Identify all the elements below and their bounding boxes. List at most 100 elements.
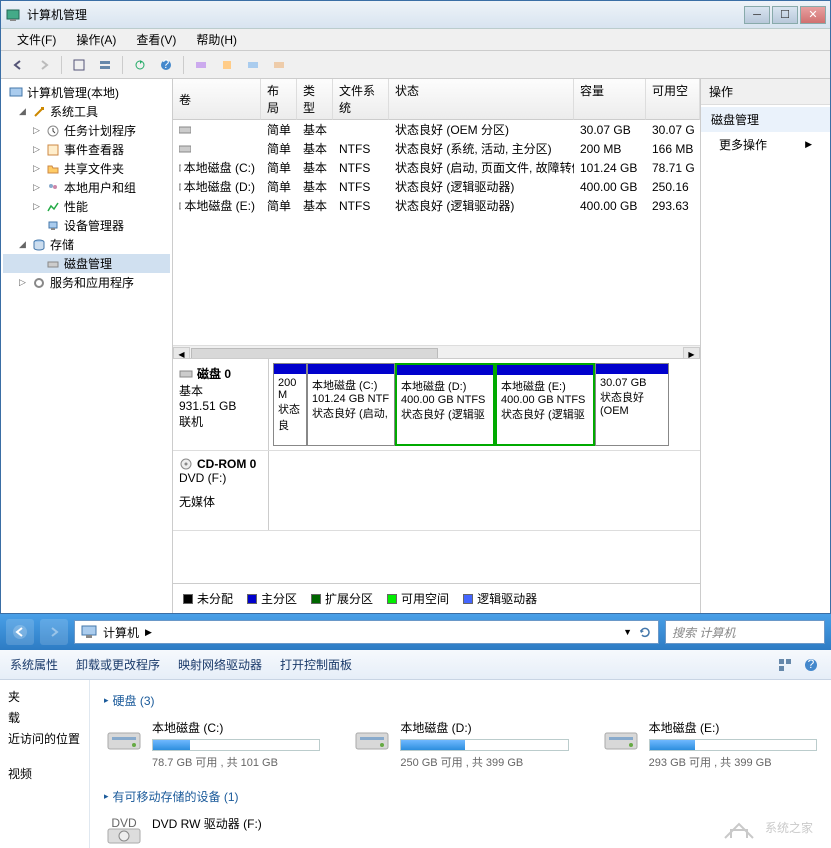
menu-file[interactable]: 文件(F)	[7, 29, 66, 50]
tree-storage[interactable]: ◢ 存储	[3, 235, 170, 254]
tree-disk-management[interactable]: 磁盘管理	[3, 254, 170, 273]
crumb-dropdown-icon[interactable]: ▼	[623, 627, 632, 637]
partition[interactable]: 200 M状态良	[273, 363, 307, 446]
back-button[interactable]	[7, 54, 29, 76]
table-row[interactable]: 本地磁盘 (E:)简单基本NTFS状态良好 (逻辑驱动器)400.00 GB29…	[173, 196, 700, 215]
tool-btn-2[interactable]	[94, 54, 116, 76]
col-layout[interactable]: 布局	[261, 79, 297, 120]
breadcrumb[interactable]: 计算机 ▶ ▼	[74, 620, 659, 644]
forward-button[interactable]	[33, 54, 55, 76]
menu-help[interactable]: 帮助(H)	[186, 29, 247, 50]
collapse-icon[interactable]: ◢	[17, 239, 28, 250]
tool-btn-3[interactable]	[190, 54, 212, 76]
col-filesystem[interactable]: 文件系统	[333, 79, 389, 120]
tree-panel[interactable]: 计算机管理(本地) ◢ 系统工具 ▷ 任务计划程序 ▷ 事件查看器 ▷ 共享文件…	[1, 79, 173, 613]
crumb-refresh-icon[interactable]	[638, 625, 652, 639]
perf-icon	[45, 199, 61, 215]
col-volume[interactable]: 卷	[173, 79, 261, 120]
expand-icon[interactable]: ▷	[31, 125, 42, 136]
tb-map-drive[interactable]: 映射网络驱动器	[178, 656, 262, 673]
hdd-group-header[interactable]: 硬盘 (3)	[104, 688, 817, 713]
computer-management-window: 计算机管理 ─ ☐ ✕ 文件(F) 操作(A) 查看(V) 帮助(H) ?	[0, 0, 831, 614]
scroll-right-button[interactable]: ▶	[683, 347, 700, 360]
disk-graphic-panel[interactable]: 磁盘 0 基本 931.51 GB 联机 200 M状态良本地磁盘 (C:)10…	[173, 359, 700, 583]
table-row[interactable]: 本地磁盘 (D:)简单基本NTFS状态良好 (逻辑驱动器)400.00 GB25…	[173, 177, 700, 196]
col-status[interactable]: 状态	[389, 79, 574, 120]
tree-shared-folders[interactable]: ▷ 共享文件夹	[3, 159, 170, 178]
tb-system-properties[interactable]: 系统属性	[10, 656, 58, 673]
tool-btn-5[interactable]	[242, 54, 264, 76]
tree-event-viewer[interactable]: ▷ 事件查看器	[3, 140, 170, 159]
sidebar-item-favorites[interactable]: 夹	[4, 686, 85, 707]
refresh-button[interactable]	[129, 54, 151, 76]
cdrom-row[interactable]: CD-ROM 0 DVD (F:) 无媒体	[173, 451, 700, 531]
tree-users-groups[interactable]: ▷ 本地用户和组	[3, 178, 170, 197]
center-panel: 卷 布局 类型 文件系统 状态 容量 可用空 简单基本状态良好 (OEM 分区)…	[173, 79, 700, 613]
horizontal-scrollbar[interactable]: ◀ ▶	[173, 345, 700, 359]
help-icon[interactable]: ?	[801, 655, 821, 675]
col-capacity[interactable]: 容量	[574, 79, 646, 120]
tool-btn-1[interactable]	[68, 54, 90, 76]
menu-action[interactable]: 操作(A)	[66, 29, 126, 50]
tree-system-tools[interactable]: ◢ 系统工具	[3, 102, 170, 121]
volume-table[interactable]: 卷 布局 类型 文件系统 状态 容量 可用空 简单基本状态良好 (OEM 分区)…	[173, 79, 700, 359]
tool-btn-6[interactable]	[268, 54, 290, 76]
close-button[interactable]: ✕	[800, 6, 826, 24]
minimize-button[interactable]: ─	[744, 6, 770, 24]
expand-icon[interactable]: ▷	[17, 277, 28, 288]
partition[interactable]: 本地磁盘 (E:)400.00 GB NTFS状态良好 (逻辑驱	[495, 363, 595, 446]
tree-root[interactable]: 计算机管理(本地)	[3, 83, 170, 102]
removable-group-header[interactable]: 有可移动存储的设备 (1)	[104, 784, 817, 809]
tool-btn-4[interactable]	[216, 54, 238, 76]
view-options-icon[interactable]	[775, 655, 795, 675]
legend-free-swatch	[387, 594, 397, 604]
legend-unalloc-swatch	[183, 594, 193, 604]
expand-icon[interactable]: ▷	[31, 182, 42, 193]
tree-device-manager[interactable]: 设备管理器	[3, 216, 170, 235]
expand-icon[interactable]: ▷	[31, 144, 42, 155]
maximize-button[interactable]: ☐	[772, 6, 798, 24]
sidebar-item-downloads[interactable]: 载	[4, 707, 85, 728]
chevron-right-icon[interactable]: ▶	[145, 627, 152, 638]
titlebar[interactable]: 计算机管理 ─ ☐ ✕	[1, 1, 830, 29]
menu-view[interactable]: 查看(V)	[126, 29, 186, 50]
exp-back-button[interactable]	[6, 619, 34, 645]
tb-control-panel[interactable]: 打开控制面板	[280, 656, 352, 673]
watermark: 系统之家	[721, 812, 813, 842]
table-row[interactable]: 本地磁盘 (C:)简单基本NTFS状态良好 (启动, 页面文件, 故障转储, 主…	[173, 158, 700, 177]
table-row[interactable]: 简单基本NTFS状态良好 (系统, 活动, 主分区)200 MB166 MB	[173, 139, 700, 158]
sidebar-item-videos[interactable]: 视频	[4, 763, 85, 784]
col-type[interactable]: 类型	[297, 79, 333, 120]
partition[interactable]: 本地磁盘 (D:)400.00 GB NTFS状态良好 (逻辑驱	[395, 363, 495, 446]
scroll-thumb[interactable]	[191, 348, 438, 360]
dvd-drive[interactable]: DVD DVD RW 驱动器 (F:)	[104, 815, 334, 848]
col-free[interactable]: 可用空	[646, 79, 700, 120]
hdd-icon	[352, 719, 392, 759]
drive-item[interactable]: 本地磁盘 (D:)250 GB 可用 , 共 399 GB	[352, 719, 568, 770]
table-row[interactable]: 简单基本状态良好 (OEM 分区)30.07 GB30.07 G	[173, 120, 700, 139]
legend-primary-swatch	[247, 594, 257, 604]
search-input[interactable]: 搜索 计算机	[665, 620, 825, 644]
scroll-left-button[interactable]: ◀	[173, 347, 190, 360]
drive-item[interactable]: 本地磁盘 (E:)293 GB 可用 , 共 399 GB	[601, 719, 817, 770]
tree-task-scheduler[interactable]: ▷ 任务计划程序	[3, 121, 170, 140]
actions-more[interactable]: 更多操作▶	[701, 132, 830, 157]
crumb-computer[interactable]: 计算机	[103, 624, 139, 641]
disk-0-row[interactable]: 磁盘 0 基本 931.51 GB 联机 200 M状态良本地磁盘 (C:)10…	[173, 359, 700, 451]
explorer-main[interactable]: 硬盘 (3) 本地磁盘 (C:)78.7 GB 可用 , 共 101 GB 本地磁…	[90, 680, 831, 848]
users-icon	[45, 180, 61, 196]
expand-icon[interactable]: ▷	[31, 163, 42, 174]
tree-services[interactable]: ▷ 服务和应用程序	[3, 273, 170, 292]
exp-forward-button[interactable]	[40, 619, 68, 645]
partition[interactable]: 本地磁盘 (C:)101.24 GB NTF状态良好 (启动,	[307, 363, 395, 446]
drive-item[interactable]: 本地磁盘 (C:)78.7 GB 可用 , 共 101 GB	[104, 719, 320, 770]
legend: 未分配 主分区 扩展分区 可用空间 逻辑驱动器	[173, 583, 700, 613]
sidebar-item-recent[interactable]: 近访问的位置	[4, 728, 85, 749]
help-button[interactable]: ?	[155, 54, 177, 76]
explorer-sidebar[interactable]: 夹 载 近访问的位置 视频	[0, 680, 90, 848]
expand-icon[interactable]: ▷	[31, 201, 42, 212]
tb-uninstall[interactable]: 卸载或更改程序	[76, 656, 160, 673]
tree-performance[interactable]: ▷ 性能	[3, 197, 170, 216]
collapse-icon[interactable]: ◢	[17, 106, 28, 117]
partition[interactable]: 30.07 GB状态良好 (OEM	[595, 363, 669, 446]
